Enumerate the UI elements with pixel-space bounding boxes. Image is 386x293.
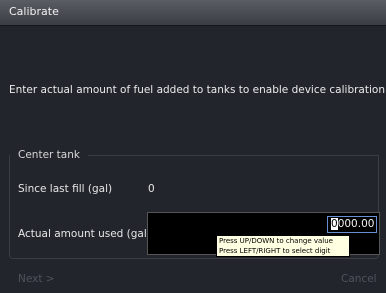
- dialog-title: Calibrate: [9, 5, 59, 18]
- instruction-text: Enter actual amount of fuel added to tan…: [9, 84, 386, 96]
- actual-amount-used-label: Actual amount used (gal): [18, 228, 151, 240]
- group-label: Center tank: [18, 149, 80, 161]
- remaining-digits: 000.00: [337, 218, 375, 230]
- cancel-button[interactable]: Cancel: [341, 268, 377, 290]
- selected-digit[interactable]: 0: [331, 218, 338, 230]
- input-tooltip: Press UP/DOWN to change value Press LEFT…: [216, 235, 350, 257]
- calibrate-dialog: Calibrate Enter actual amount of fuel ad…: [0, 0, 386, 293]
- actual-amount-input[interactable]: 0000.00: [327, 216, 377, 233]
- group-divider: [88, 155, 379, 156]
- next-button[interactable]: Next >: [18, 268, 55, 290]
- tooltip-line-1: Press UP/DOWN to change value: [219, 237, 333, 245]
- since-last-fill-label: Since last fill (gal): [18, 183, 113, 195]
- since-last-fill-value: 0: [148, 183, 155, 195]
- title-bar: Calibrate: [0, 0, 386, 26]
- tooltip-line-2: Press LEFT/RIGHT to select digit: [219, 246, 331, 255]
